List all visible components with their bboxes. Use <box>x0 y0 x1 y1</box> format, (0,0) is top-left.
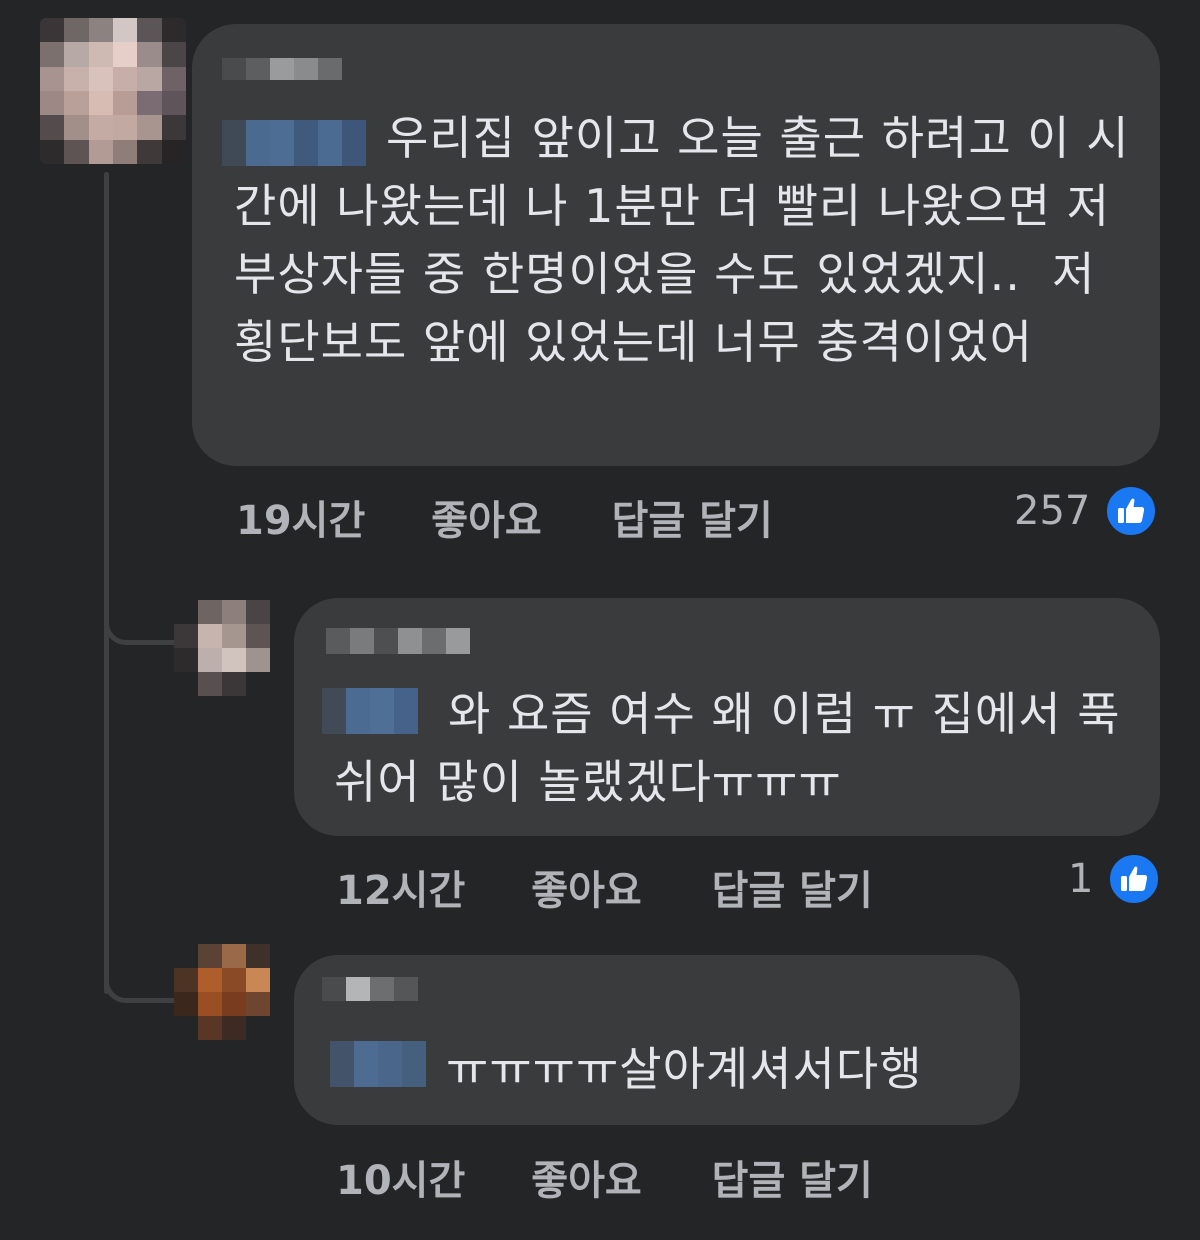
author-name[interactable] <box>222 58 342 80</box>
reply-button[interactable]: 답글 달기 <box>712 1148 873 1206</box>
reaction-count: 257 <box>1014 488 1091 534</box>
timestamp[interactable]: 19시간 <box>236 488 365 546</box>
like-button[interactable]: 좋아요 <box>431 488 541 546</box>
reply-button[interactable]: 답글 달기 <box>712 858 873 916</box>
thumbs-up-icon <box>1104 484 1159 538</box>
avatar[interactable] <box>174 944 270 1040</box>
reply-actions: 10시간 좋아요 답글 달기 <box>336 1148 873 1206</box>
like-button[interactable]: 좋아요 <box>531 858 641 916</box>
avatar[interactable] <box>40 18 186 164</box>
comment-text: 우리집 앞이고 오늘 출근 하려고 이 시간에 나왔는데 나 1분만 더 빨리 … <box>234 111 1130 369</box>
timestamp[interactable]: 10시간 <box>336 1148 465 1206</box>
reaction-summary[interactable]: 257 <box>1014 484 1159 538</box>
author-name[interactable] <box>326 628 470 654</box>
reply-actions: 12시간 좋아요 답글 달기 <box>336 858 873 916</box>
thread-connector <box>104 968 179 1003</box>
reply-text: 와 요즘 여수 왜 이럼 ㅠ 집에서 푹 쉬어 많이 놀랬겠다ㅠㅠㅠ <box>334 687 1137 809</box>
thumbs-up-icon <box>1107 852 1162 906</box>
reaction-summary[interactable]: 1 <box>1068 852 1162 906</box>
reply-bubble: 와 요즘 여수 왜 이럼 ㅠ 집에서 푹 쉬어 많이 놀랬겠다ㅠㅠㅠ <box>294 598 1160 836</box>
thread-line <box>104 172 109 994</box>
avatar[interactable] <box>174 600 270 696</box>
comment-bubble: 우리집 앞이고 오늘 출근 하려고 이 시간에 나왔는데 나 1분만 더 빨리 … <box>192 24 1160 466</box>
timestamp[interactable]: 12시간 <box>336 858 465 916</box>
reply-button[interactable]: 답글 달기 <box>612 488 773 546</box>
reply-text: ㅠㅠㅠㅠ살아계셔서다행 <box>446 1042 923 1096</box>
author-name[interactable] <box>322 977 418 1001</box>
thread-connector <box>104 610 179 645</box>
like-button[interactable]: 좋아요 <box>531 1148 641 1206</box>
comment-actions: 19시간 좋아요 답글 달기 <box>236 488 773 546</box>
reply-bubble: ㅠㅠㅠㅠ살아계셔서다행 <box>294 955 1020 1125</box>
reaction-count: 1 <box>1068 856 1094 902</box>
